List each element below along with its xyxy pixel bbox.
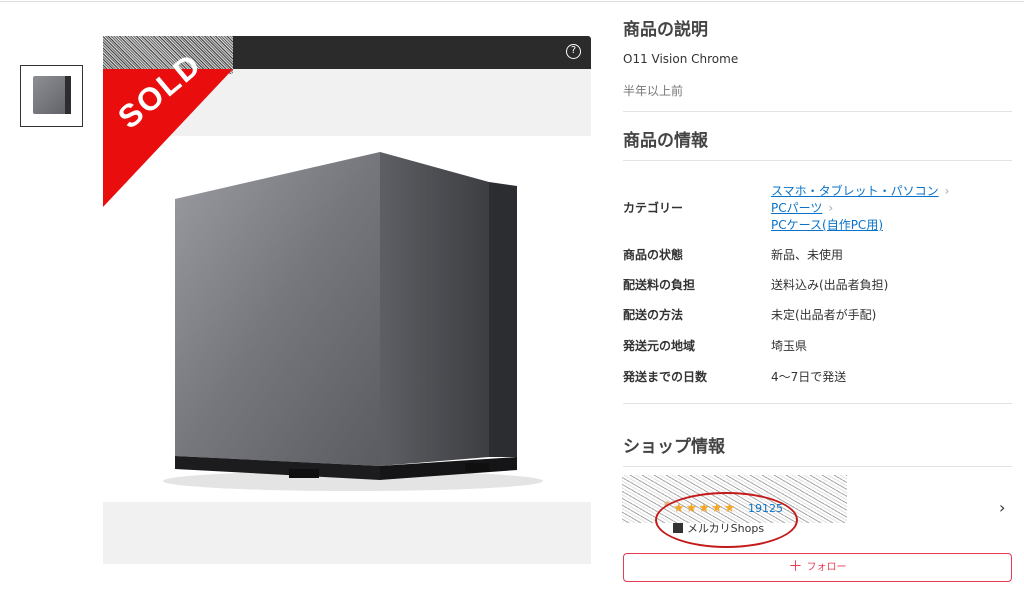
follow-button[interactable]: ＋フォロー	[623, 553, 1012, 582]
plus-icon: ＋	[788, 559, 803, 575]
ship-from-value: 埼玉県	[771, 339, 808, 353]
shipping-method-value: 未定(出品者が手配)	[771, 308, 877, 322]
chevron-right-icon[interactable]: ›	[999, 498, 1005, 517]
main-product-image[interactable]: ? SOLD	[103, 36, 591, 564]
shipping-method-label: 配送の方法	[623, 308, 684, 322]
divider	[623, 111, 1012, 112]
category-link-1[interactable]: スマホ・タブレット・パソコン ›	[771, 182, 949, 199]
category-label: カテゴリー	[623, 201, 684, 215]
item-page: ? SOLD 商品の説明 O11 Vision Chrome 半年以上前 商品の…	[0, 0, 1024, 597]
description-title: 商品の説明	[623, 20, 708, 40]
top-divider	[0, 1, 1024, 2]
description-text: O11 Vision Chrome	[623, 52, 739, 66]
posted-time: 半年以上前	[623, 84, 684, 98]
thumbnail-image	[33, 76, 71, 114]
highlight-circle	[655, 492, 798, 548]
divider	[623, 403, 1012, 404]
category-link-2[interactable]: PCパーツ ›	[771, 199, 833, 216]
shop-title: ショップ情報	[623, 437, 725, 457]
chevron-right-icon: ›	[944, 184, 950, 198]
info-title: 商品の情報	[623, 131, 708, 151]
shipping-fee-value: 送料込み(出品者負担)	[771, 278, 889, 292]
ship-days-value: 4〜7日で発送	[771, 370, 847, 384]
shipping-fee-label: 配送料の負担	[623, 278, 696, 292]
ship-from-label: 発送元の地域	[623, 339, 696, 353]
chevron-right-icon: ›	[828, 201, 834, 215]
question-circle-icon[interactable]: ?	[566, 44, 581, 59]
divider	[623, 160, 1012, 161]
divider	[623, 466, 1012, 467]
thumbnail-1[interactable]	[20, 65, 83, 127]
condition-value: 新品、未使用	[771, 248, 844, 262]
ship-days-label: 発送までの日数	[623, 370, 708, 384]
category-link-3[interactable]: PCケース(自作PC用)	[771, 216, 883, 233]
condition-label: 商品の状態	[623, 248, 684, 262]
